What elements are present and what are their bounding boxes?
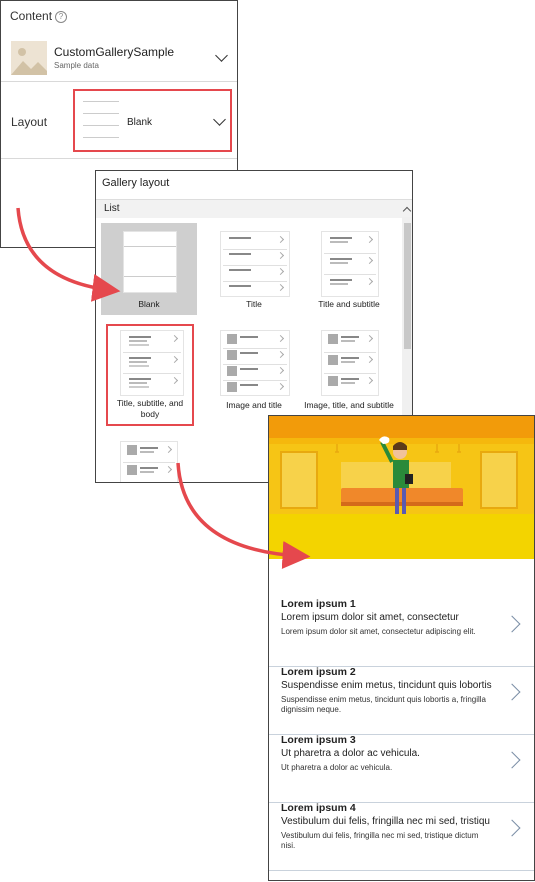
content-header: Content? <box>10 9 68 23</box>
layout-option-label: Image, title, and subtitle <box>304 400 394 410</box>
chevron-right-icon[interactable] <box>503 615 521 633</box>
layout-dropdown[interactable]: Blank <box>73 89 232 152</box>
gallery-preview: Lorem ipsum 1 Lorem ipsum dolor sit amet… <box>268 415 535 881</box>
image-title-subtitle-body-thumbnail <box>120 441 178 482</box>
list-section-label: List <box>104 203 120 214</box>
title-subtitle-thumbnail <box>321 231 379 297</box>
layout-option-title-subtitle-body[interactable]: Title, subtitle, and body <box>106 324 194 426</box>
divider <box>1 81 237 82</box>
chevron-down-icon[interactable] <box>213 113 226 126</box>
item-title: Lorem ipsum 3 <box>281 734 356 746</box>
layout-option-label: Image and title <box>226 400 282 410</box>
data-source-subtitle: Sample data <box>54 61 99 70</box>
layout-value: Blank <box>127 117 153 128</box>
scrollbar-thumb[interactable] <box>404 223 411 349</box>
title-thumbnail <box>220 231 290 297</box>
layout-option-image-and-title[interactable]: Image and title <box>206 324 302 416</box>
list-item[interactable]: Lorem ipsum 3 Ut pharetra a dolor ac veh… <box>269 734 534 803</box>
item-body: Lorem ipsum dolor sit amet, consectetur … <box>281 627 476 636</box>
item-subtitle: Ut pharetra a dolor ac vehicula. <box>281 748 420 759</box>
chevron-down-icon[interactable] <box>215 49 228 62</box>
list-item[interactable]: Lorem ipsum 1 Lorem ipsum dolor sit amet… <box>269 598 534 667</box>
title-subtitle-body-thumbnail <box>120 330 184 396</box>
list-item[interactable]: Lorem ipsum 2 Suspendisse enim metus, ti… <box>269 666 534 735</box>
divider <box>1 158 237 159</box>
item-subtitle: Vestibulum dui felis, fringilla nec mi s… <box>281 816 490 827</box>
help-icon[interactable]: ? <box>55 10 68 23</box>
chevron-right-icon[interactable] <box>503 683 521 701</box>
item-title: Lorem ipsum 2 <box>281 666 356 678</box>
list-section-header: List <box>96 199 412 218</box>
item-title: Lorem ipsum 1 <box>281 598 356 610</box>
content-title: Content <box>10 9 53 23</box>
layout-option-title-and-subtitle[interactable]: Title and subtitle <box>301 223 397 315</box>
chevron-right-icon[interactable] <box>503 751 521 769</box>
image-title-subtitle-thumbnail <box>321 330 379 396</box>
item-subtitle: Suspendisse enim metus, tincidunt quis l… <box>281 680 492 691</box>
image-title-thumbnail <box>220 330 290 396</box>
image-placeholder-icon <box>11 41 47 75</box>
item-title: Lorem ipsum 4 <box>281 802 356 814</box>
hero-illustration <box>269 416 534 559</box>
layout-option-blank[interactable]: Blank <box>101 223 197 315</box>
layout-option-image-title-subtitle[interactable]: Image, title, and subtitle <box>301 324 397 416</box>
layout-label: Layout <box>11 115 48 129</box>
layout-option-label: Blank <box>138 299 160 309</box>
data-source-name: CustomGallerySample <box>54 45 175 59</box>
layout-option-label: Title, subtitle, and body <box>116 398 184 419</box>
item-subtitle: Lorem ipsum dolor sit amet, consectetur <box>281 612 459 623</box>
item-body: Suspendisse enim metus, tincidunt quis l… <box>281 695 486 714</box>
layout-option-title[interactable]: Title <box>206 223 302 315</box>
blank-layout-thumbnail <box>83 101 119 138</box>
layout-option-label: Title <box>246 299 262 309</box>
layout-option-label: Title and subtitle <box>318 299 380 309</box>
chevron-right-icon[interactable] <box>503 819 521 837</box>
gallery-layout-title: Gallery layout <box>102 177 170 189</box>
item-body: Ut pharetra a dolor ac vehicula. <box>281 763 393 772</box>
blank-thumbnail <box>123 231 177 293</box>
item-body: Vestibulum dui felis, fringilla nec mi s… <box>281 831 479 850</box>
layout-option-image-title-subtitle-body[interactable] <box>116 439 178 482</box>
list-item[interactable]: Lorem ipsum 4 Vestibulum dui felis, frin… <box>269 802 534 871</box>
